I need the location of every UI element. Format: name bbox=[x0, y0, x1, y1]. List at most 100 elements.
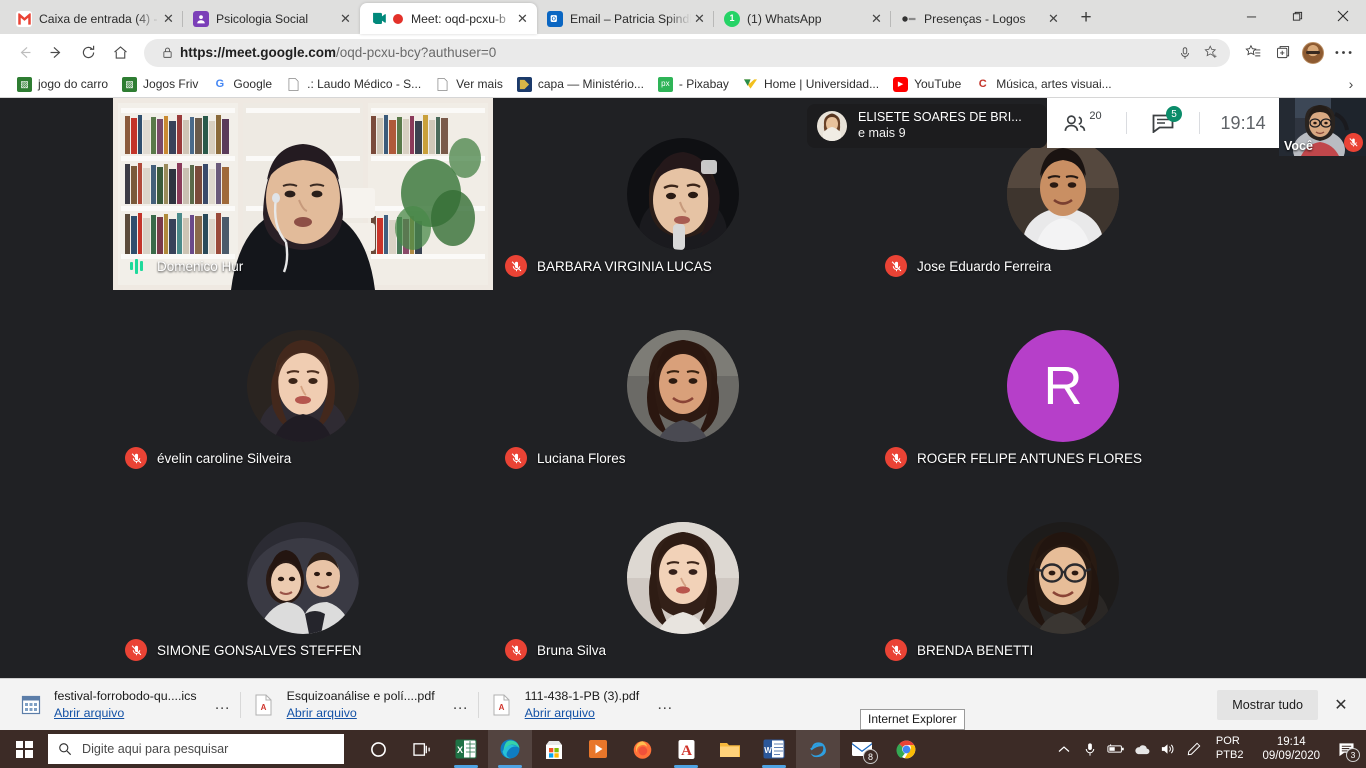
browser-tab-presencas[interactable]: Presenças - Logos ✕ bbox=[890, 3, 1068, 34]
bookmark-jogo-do-carro[interactable]: ▨ jogo do carro bbox=[10, 73, 115, 95]
bookmark-youtube[interactable]: ▶ YouTube bbox=[886, 73, 968, 95]
download-menu-icon[interactable]: … bbox=[653, 693, 677, 717]
language-indicator[interactable]: POR PTB2 bbox=[1207, 735, 1253, 763]
favorites-list-icon[interactable] bbox=[1238, 38, 1268, 68]
open-file-link[interactable]: Abrir arquivo bbox=[54, 705, 197, 722]
mail-icon[interactable]: 8 bbox=[840, 730, 884, 768]
battery-icon[interactable] bbox=[1103, 730, 1129, 768]
more-options-icon[interactable] bbox=[1328, 38, 1358, 68]
windows-start-icon[interactable] bbox=[0, 730, 48, 768]
participant-name: Domenico Hur bbox=[157, 258, 244, 274]
participant-tile[interactable]: évelin caroline Silveira bbox=[113, 290, 493, 482]
collections-icon[interactable] bbox=[1268, 38, 1298, 68]
show-hidden-icons[interactable] bbox=[1051, 730, 1077, 768]
close-icon[interactable]: ✕ bbox=[691, 10, 708, 27]
participant-notification-toast[interactable]: ELISETE SOARES DE BRI... e mais 9 bbox=[807, 104, 1047, 148]
participant-tile[interactable]: Domenico Hur bbox=[113, 98, 493, 290]
download-item[interactable]: A 111-438-1-PB (3).pdf Abrir arquivo … bbox=[477, 683, 684, 727]
download-item[interactable]: festival-forrobodo-qu....ics Abrir arqui… bbox=[8, 683, 241, 727]
microsoft-store-icon[interactable] bbox=[532, 730, 576, 768]
participant-name-row: BRENDA BENETTI bbox=[885, 639, 1033, 661]
bookmark-google[interactable]: G Google bbox=[205, 73, 279, 95]
close-icon[interactable]: ✕ bbox=[868, 10, 885, 27]
browser-tab-meet[interactable]: Meet: oqd-pcxu-b ✕ bbox=[360, 3, 537, 34]
participants-button[interactable]: 20 bbox=[1054, 98, 1111, 148]
search-input[interactable]: Digite aqui para pesquisar bbox=[48, 734, 344, 764]
avatar bbox=[247, 330, 359, 442]
bookmark-jogos-friv[interactable]: ▨ Jogos Friv bbox=[115, 73, 205, 95]
bookmark-label: .: Laudo Médico - S... bbox=[307, 77, 422, 91]
pen-icon[interactable] bbox=[1181, 730, 1207, 768]
participant-tile[interactable]: R ROGER FELIPE ANTUNES FLORES bbox=[873, 290, 1253, 482]
mic-off-icon bbox=[1344, 133, 1363, 152]
back-button[interactable] bbox=[8, 37, 40, 69]
excel-icon[interactable]: X bbox=[444, 730, 488, 768]
task-view-icon[interactable] bbox=[400, 730, 444, 768]
bookmark-label: Jogos Friv bbox=[143, 77, 199, 91]
address-bar[interactable]: https://meet.google.com/oqd-pcxu-bcy?aut… bbox=[144, 38, 1230, 67]
browser-tab-gmail[interactable]: Caixa de entrada (4) - p ✕ bbox=[6, 3, 183, 34]
avatar bbox=[627, 138, 739, 250]
microphone-icon[interactable] bbox=[1172, 40, 1198, 66]
browser-tab-psicologia-social[interactable]: Psicologia Social ✕ bbox=[182, 3, 360, 34]
file-explorer-icon[interactable] bbox=[708, 730, 752, 768]
svg-text:W: W bbox=[764, 746, 772, 755]
forward-button[interactable] bbox=[40, 37, 72, 69]
acrobat-reader-icon[interactable]: A bbox=[664, 730, 708, 768]
close-window-button[interactable] bbox=[1320, 0, 1366, 32]
onedrive-icon[interactable] bbox=[1129, 730, 1155, 768]
notification-count-badge: 3 bbox=[1346, 748, 1360, 762]
taskbar-apps: X A W 8 bbox=[356, 730, 928, 768]
participant-tile[interactable]: BRENDA BENETTI bbox=[873, 482, 1253, 674]
movies-tv-icon[interactable] bbox=[576, 730, 620, 768]
close-icon[interactable]: ✕ bbox=[1045, 10, 1062, 27]
download-menu-icon[interactable]: … bbox=[449, 693, 473, 717]
cortana-icon[interactable] bbox=[356, 730, 400, 768]
browser-tab-whatsapp[interactable]: 1 (1) WhatsApp ✕ bbox=[713, 3, 891, 34]
bookmark-universidade[interactable]: Home | Universidad... bbox=[736, 73, 886, 95]
edge-icon[interactable] bbox=[488, 730, 532, 768]
search-placeholder: Digite aqui para pesquisar bbox=[82, 742, 229, 756]
bookmark-musica-artes[interactable]: C Música, artes visuai... bbox=[968, 73, 1118, 95]
reload-button[interactable] bbox=[72, 37, 104, 69]
open-file-link[interactable]: Abrir arquivo bbox=[287, 705, 435, 722]
minimize-button[interactable] bbox=[1228, 0, 1274, 32]
self-view-tile[interactable]: Você bbox=[1279, 98, 1366, 156]
download-item[interactable]: A Esquizoanálise e polí....pdf Abrir arq… bbox=[239, 683, 479, 727]
home-button[interactable] bbox=[104, 37, 136, 69]
profile-avatar[interactable] bbox=[1298, 38, 1328, 68]
tab-title: Caixa de entrada (4) - p bbox=[39, 11, 160, 26]
action-center-icon[interactable]: 3 bbox=[1330, 730, 1362, 768]
window-controls bbox=[1228, 0, 1366, 32]
word-icon[interactable]: W bbox=[752, 730, 796, 768]
maximize-button[interactable] bbox=[1274, 0, 1320, 32]
firefox-icon[interactable] bbox=[620, 730, 664, 768]
clock[interactable]: 19:14 09/09/2020 bbox=[1252, 735, 1330, 764]
browser-tab-email[interactable]: O Email – Patricia Spindle ✕ bbox=[536, 3, 714, 34]
mic-off-icon bbox=[505, 639, 527, 661]
close-icon[interactable]: ✕ bbox=[160, 10, 177, 27]
close-icon[interactable]: ✕ bbox=[337, 10, 354, 27]
participant-tile[interactable]: Bruna Silva bbox=[493, 482, 873, 674]
show-all-downloads-button[interactable]: Mostrar tudo bbox=[1217, 689, 1318, 720]
chrome-icon[interactable] bbox=[884, 730, 928, 768]
close-icon[interactable]: ✕ bbox=[514, 10, 531, 27]
bookmark-pixabay[interactable]: px - Pixabay bbox=[651, 73, 736, 95]
participant-name-row: SIMONE GONSALVES STEFFEN bbox=[125, 639, 362, 661]
volume-icon[interactable] bbox=[1155, 730, 1181, 768]
bookmark-ver-mais[interactable]: Ver mais bbox=[428, 73, 510, 95]
bookmark-capa-ministerio[interactable]: capa — Ministério... bbox=[510, 73, 651, 95]
participant-tile[interactable]: Luciana Flores bbox=[493, 290, 873, 482]
participant-name-row: Domenico Hur bbox=[125, 255, 243, 277]
star-add-icon[interactable] bbox=[1198, 40, 1224, 66]
open-file-link[interactable]: Abrir arquivo bbox=[525, 705, 640, 722]
download-menu-icon[interactable]: … bbox=[211, 693, 235, 717]
new-tab-button[interactable]: + bbox=[1072, 4, 1100, 32]
bookmarks-overflow-icon[interactable]: › bbox=[1340, 73, 1362, 95]
chat-button[interactable]: 5 bbox=[1142, 98, 1184, 148]
participant-tile[interactable]: SIMONE GONSALVES STEFFEN bbox=[113, 482, 493, 674]
microphone-icon[interactable] bbox=[1077, 730, 1103, 768]
close-download-bar-icon[interactable]: ✕ bbox=[1324, 688, 1358, 722]
bookmark-laudo-medico[interactable]: .: Laudo Médico - S... bbox=[279, 73, 428, 95]
internet-explorer-icon[interactable] bbox=[796, 730, 840, 768]
